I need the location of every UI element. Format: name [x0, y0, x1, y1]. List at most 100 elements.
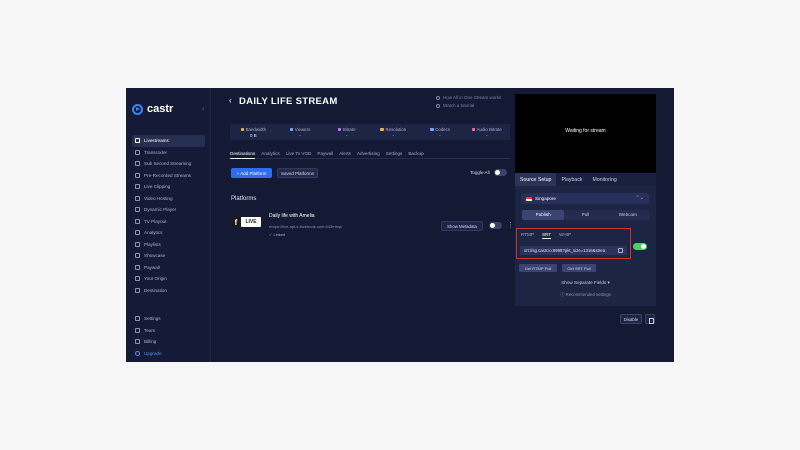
sidebar-item-your-origin[interactable]: Your Origin	[132, 273, 205, 285]
brand-name: castr	[147, 103, 174, 115]
bandwidth-icon	[240, 127, 245, 132]
srt-url-field[interactable]: srt://sg.castr.io:9998?pkt_size=1316&str…	[520, 246, 627, 255]
tab-alerts[interactable]: Alerts	[339, 150, 351, 159]
sidebar-item-playlists[interactable]: Playlists	[132, 239, 205, 251]
help-tutorial-link[interactable]: Watch a tutorial	[436, 103, 474, 108]
srt-enable-toggle[interactable]	[633, 243, 647, 250]
get-srt-pull-button[interactable]: Get SRT Pull	[562, 264, 596, 272]
tab-paywall[interactable]: Paywall	[317, 150, 333, 159]
platform-url: rtmps://live-api-s.facebook.com:443/rtmp…	[269, 224, 343, 229]
platform-toggle-switch[interactable]	[489, 222, 502, 229]
transcoder-icon	[135, 149, 140, 155]
toggle-all-label: Toggle All	[470, 170, 490, 175]
video-icon	[135, 195, 140, 201]
video-preview: Waiting for stream	[515, 94, 656, 173]
tab-live-to-vod[interactable]: Live To VOD	[286, 150, 312, 159]
switch-knob	[494, 170, 500, 175]
info-icon	[436, 95, 440, 100]
sidebar-item-sub-second-streaming[interactable]: Sub Second Streaming	[132, 158, 205, 170]
show-metadata-button[interactable]: Show Metadata	[441, 221, 483, 231]
destination-icon	[135, 287, 140, 293]
video-status: Waiting for stream	[565, 128, 606, 134]
add-platform-button[interactable]: + Add Platform	[231, 168, 272, 178]
codecs-icon	[430, 127, 434, 132]
film-icon	[135, 172, 140, 178]
tab-rtmp[interactable]: RTMP	[521, 232, 534, 239]
sidebar-item-tv-playout[interactable]: TV Playout	[132, 216, 205, 228]
player-icon	[135, 207, 140, 213]
bitrate-icon	[337, 127, 342, 132]
castr-logo-icon	[132, 103, 143, 115]
tab-monitoring[interactable]: Monitoring	[588, 173, 622, 186]
sidebar: castr ‹ Livestreams Transcoder Sub Secon…	[126, 88, 211, 362]
toggle-all[interactable]: Toggle All	[470, 169, 507, 176]
sidebar-item-dynamic-player[interactable]: Dynamic Player	[132, 204, 205, 216]
mode-webcam[interactable]: Webcam	[607, 210, 649, 220]
disable-button[interactable]: Disable	[620, 314, 642, 324]
switch-knob	[641, 244, 646, 249]
viewers-icon	[289, 127, 294, 132]
stream-tabs: Destinations Analytics Live To VOD Paywa…	[230, 150, 510, 159]
tab-whip[interactable]: WHIP	[559, 232, 571, 239]
saved-platforms-button[interactable]: Saved Platforms	[277, 168, 318, 178]
region-select[interactable]: Singapore ⌃⌄	[521, 193, 649, 204]
stat-audio-bitrate: Audio Bitrate -	[463, 124, 510, 140]
platform-name: Daily life with Amelia	[269, 213, 315, 219]
back-button[interactable]: ‹	[229, 96, 232, 105]
sidebar-item-livestreams[interactable]: Livestreams	[132, 135, 205, 147]
switch-knob	[490, 223, 495, 228]
region-value: Singapore	[535, 196, 556, 201]
platform-linked-status: ✓ Linked	[269, 232, 286, 237]
castr-logo[interactable]: castr	[132, 103, 173, 115]
sidebar-item-billing[interactable]: Billing	[132, 336, 205, 348]
sidebar-item-upgrade[interactable]: Upgrade	[132, 348, 205, 360]
tv-icon	[135, 218, 140, 224]
stat-bitrate: Bitrate -	[323, 124, 370, 140]
sidebar-item-transcoder[interactable]: Transcoder	[132, 147, 205, 159]
tab-playback[interactable]: Playback	[556, 173, 587, 186]
tab-source-setup[interactable]: Source Setup	[515, 173, 557, 186]
toggle-all-switch[interactable]	[493, 169, 507, 176]
team-icon	[135, 327, 140, 333]
more-options-icon[interactable]: ⋮	[507, 221, 514, 229]
sidebar-item-paywall[interactable]: Paywall	[132, 262, 205, 274]
tab-settings[interactable]: Settings	[386, 150, 403, 159]
main-content: ‹ DAILY LIFE STREAM How All in One Strea…	[212, 88, 514, 362]
help-how-it-works-link[interactable]: How All in One Stream works	[436, 95, 501, 100]
billing-icon	[135, 339, 140, 345]
sidebar-item-showcase[interactable]: Showcase	[132, 250, 205, 262]
sidebar-nav: Livestreams Transcoder Sub Second Stream…	[132, 135, 205, 296]
stat-viewers: Viewers -	[277, 124, 324, 140]
mode-pull[interactable]: Pull	[564, 210, 606, 220]
platforms-section-title: Platforms	[231, 196, 257, 202]
castr-app: castr ‹ Livestreams Transcoder Sub Secon…	[126, 88, 674, 362]
tab-backup[interactable]: Backup	[408, 150, 423, 159]
mode-publish[interactable]: Publish	[522, 210, 565, 220]
sidebar-item-analytics[interactable]: Analytics	[132, 227, 205, 239]
play-icon	[436, 103, 440, 108]
sidebar-item-team[interactable]: Team	[132, 325, 205, 337]
sidebar-item-settings[interactable]: Settings	[132, 313, 205, 325]
recommended-settings-link[interactable]: ⓘ Recommended settings	[515, 292, 656, 298]
gear-icon	[135, 316, 140, 322]
facebook-icon: f	[231, 217, 241, 227]
showcase-icon	[135, 253, 140, 259]
upgrade-icon	[135, 350, 140, 356]
show-separate-fields-link[interactable]: Show Separate Fields ▾	[515, 280, 656, 286]
tab-destinations[interactable]: Destinations	[230, 150, 256, 159]
copy-icon[interactable]	[618, 248, 623, 253]
camera-icon	[135, 138, 140, 144]
trash-icon[interactable]	[645, 314, 655, 324]
collapse-sidebar-button[interactable]: ‹	[202, 106, 204, 113]
sidebar-item-destination[interactable]: Destination	[132, 285, 205, 297]
sidebar-item-live-clipping[interactable]: Live Clipping	[132, 181, 205, 193]
get-rtmp-pull-button[interactable]: Get RTMP Pull	[519, 264, 557, 272]
chart-icon	[135, 230, 140, 236]
tab-analytics[interactable]: Analytics	[261, 150, 279, 159]
live-label: LIVE	[245, 219, 257, 225]
tab-advertising[interactable]: Advertising	[357, 150, 380, 159]
origin-icon	[135, 276, 140, 282]
sidebar-item-pre-recorded-streams[interactable]: Pre-Recorded Streams	[132, 170, 205, 182]
sidebar-item-video-hosting[interactable]: Video Hosting	[132, 193, 205, 205]
tab-srt[interactable]: SRT	[541, 232, 552, 239]
